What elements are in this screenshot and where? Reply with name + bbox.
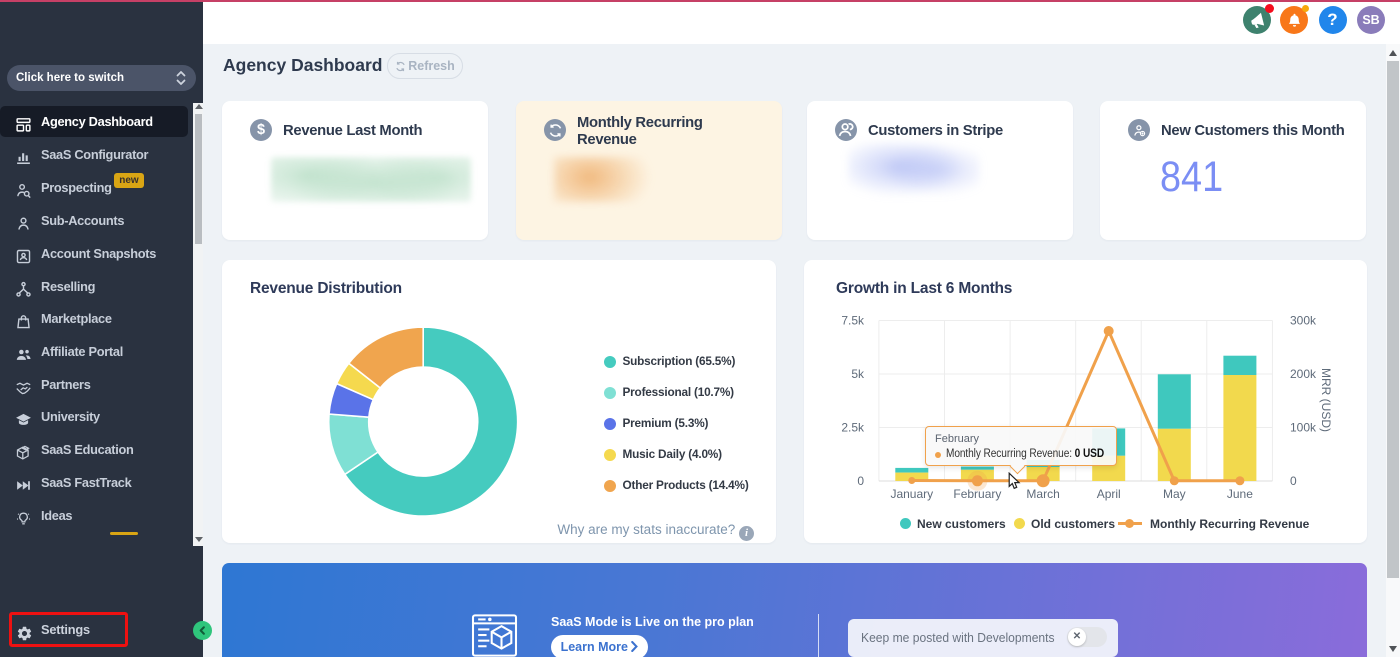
svg-text:2.5k: 2.5k: [841, 421, 865, 435]
svg-text:MRR (USD): MRR (USD): [1319, 368, 1333, 432]
svg-text:January: January: [890, 487, 933, 501]
svg-text:300k: 300k: [1290, 314, 1317, 328]
svg-text:April: April: [1097, 487, 1121, 501]
svg-text:200k: 200k: [1290, 367, 1317, 381]
svg-text:7.5k: 7.5k: [841, 314, 865, 328]
svg-text:5k: 5k: [851, 367, 865, 381]
svg-text:0: 0: [1290, 474, 1297, 488]
svg-text:100k: 100k: [1290, 421, 1317, 435]
svg-text:0: 0: [857, 474, 864, 488]
svg-text:June: June: [1227, 487, 1253, 501]
svg-text:May: May: [1163, 487, 1186, 501]
svg-text:March: March: [1026, 487, 1059, 501]
